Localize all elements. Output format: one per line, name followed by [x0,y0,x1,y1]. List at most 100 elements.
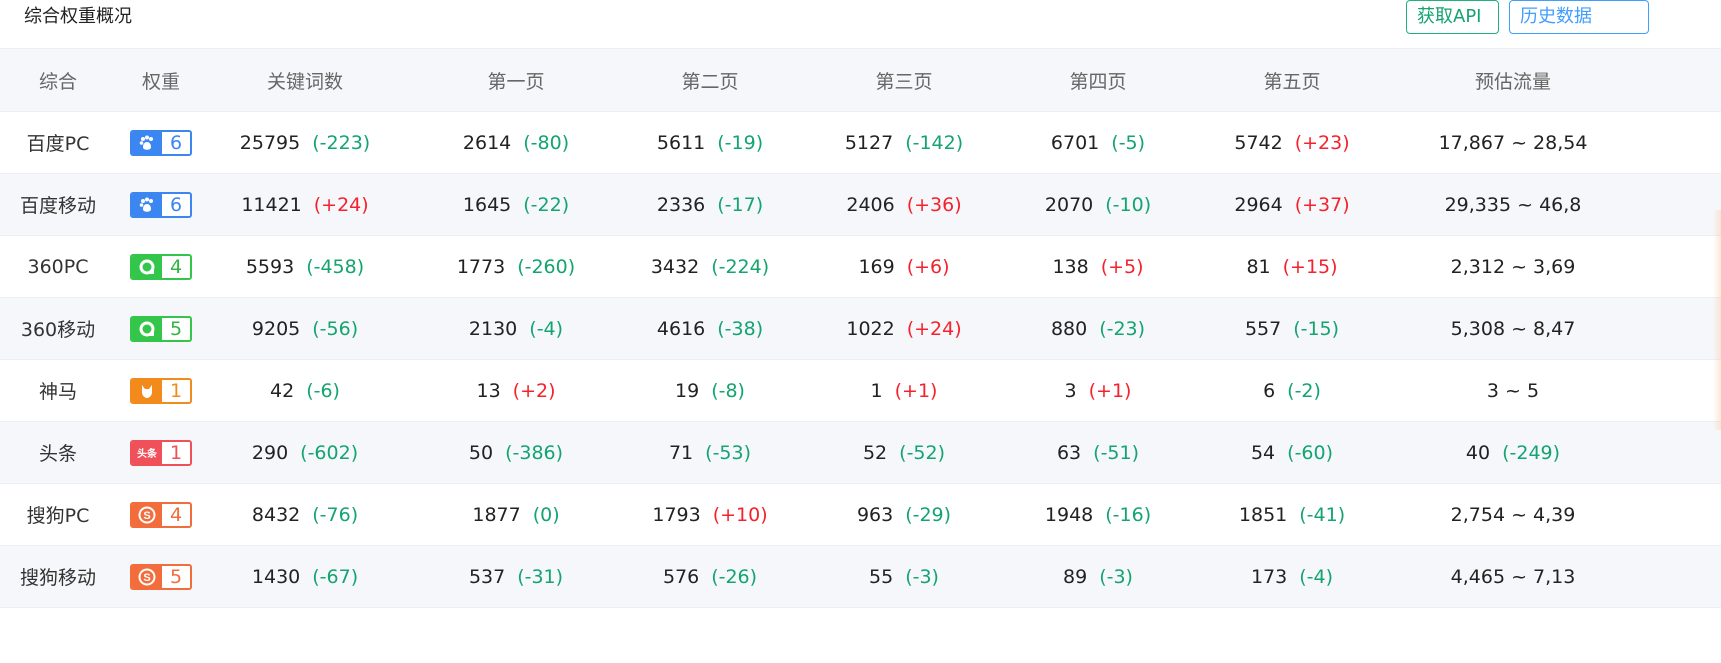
page2-delta: (-53) [705,441,752,464]
page5-cell: 1851 (-41) [1197,484,1387,545]
page2-cell: 2336 (-17) [615,174,805,235]
page3-value: 55 [869,565,894,588]
traffic-cell: 40 (-249) [1393,422,1633,483]
weight-badge[interactable]: 头条 1 [130,439,192,466]
page4-cell: 2070 (-10) [1003,174,1193,235]
page1-delta: (-386) [505,441,564,464]
page5-value: 1851 [1238,503,1288,526]
page4-cell: 3 (+1) [1003,360,1193,421]
page1-value: 1645 [462,193,512,216]
page5-value: 2964 [1234,193,1283,216]
weight-badge[interactable]: 1 [130,377,192,404]
page2-cell: 576 (-26) [615,546,805,607]
keywords-value[interactable]: 9205 [252,318,300,340]
page1-delta: (-260) [517,255,576,278]
page3-cell: 963 (-29) [809,484,999,545]
engine-name: 搜狗移动 [19,567,96,589]
page2-delta: (-19) [717,131,764,154]
col-page2-header: 第二页 [681,70,739,93]
keywords-value[interactable]: 290 [252,442,288,464]
page3-cell: 169 (+6) [809,236,999,297]
page3-value: 169 [858,255,895,278]
page2-delta: (-8) [711,379,745,402]
page3-value: 1 [870,379,883,402]
edge-shadow [1713,210,1721,430]
weight-level: 5 [162,565,190,588]
page2-value: 5611 [656,131,706,154]
page1-cell: 2130 (-4) [421,298,611,359]
get-api-button[interactable]: 获取API [1406,0,1499,34]
traffic-cell: 5,308 ~ 8,47 [1393,298,1633,359]
page5-cell: 54 (-60) [1197,422,1387,483]
keywords-value[interactable]: 5593 [246,256,294,278]
keywords-cell: 42 (-6) [210,360,400,421]
keywords-value[interactable]: 1430 [252,566,300,588]
page4-delta: (-3) [1099,565,1133,588]
traffic-cell: 17,867 ~ 28,54 [1393,112,1633,173]
page1-cell: 537 (-31) [421,546,611,607]
header-bar: 综合权重概况 获取API 历史数据 [0,0,1721,49]
table-row: 搜狗PC S 4 8432 (-76) 1877 (0) 1793 (+10) 963 (-29) 1… [0,484,1721,546]
page2-delta: (+10) [712,503,768,526]
page1-cell: 13 (+2) [421,360,611,421]
history-data-button[interactable]: 历史数据 [1509,0,1649,34]
page5-cell: 173 (-4) [1197,546,1387,607]
page4-cell: 138 (+5) [1003,236,1193,297]
page1-value: 50 [468,441,494,464]
page3-value: 963 [856,503,894,526]
engine-name: 百度PC [26,133,90,155]
page4-delta: (+1) [1088,379,1132,402]
page2-delta: (-26) [711,565,758,588]
weight-badge[interactable]: 4 [130,253,192,280]
table-header-row: 综合 权重 关键词数 第一页 第二页 第三页 第四页 第五页 预估流量 [0,49,1721,112]
page3-delta: (+1) [894,379,938,402]
360-search-icon [132,255,162,278]
weight-badge[interactable]: S4 [130,501,192,528]
table-row: 百度移动 6 11421 (+24) 1645 (-22) 2336 (-17) 2406 (+3… [0,174,1721,236]
page4-value: 2070 [1044,193,1094,216]
page5-delta: (-2) [1287,379,1321,402]
page3-value: 52 [862,441,888,464]
weight-level: 5 [162,317,190,340]
keywords-delta: (-76) [312,503,359,526]
weight-badge[interactable]: 5 [130,315,192,342]
col-page1-header: 第一页 [487,70,545,93]
traffic-value: 4,465 ~ 7,13 [1450,565,1576,588]
page5-cell: 5742 (+23) [1197,112,1387,173]
page2-value: 2336 [656,193,706,216]
page1-delta: (+2) [512,379,556,402]
keywords-value[interactable]: 42 [270,380,294,402]
page5-delta: (-4) [1299,565,1334,588]
page-title: 综合权重概况 [24,6,132,27]
engine-name: 360PC [27,255,89,278]
page4-delta: (-5) [1111,131,1146,154]
page1-cell: 50 (-386) [421,422,611,483]
keywords-value[interactable]: 8432 [252,504,300,526]
keywords-value[interactable]: 11421 [241,194,301,216]
weight-level: 1 [162,379,190,402]
baidu-paw-mobile-icon [132,193,162,216]
keywords-value[interactable]: 25795 [240,132,300,154]
page4-cell: 880 (-23) [1003,298,1193,359]
table-row: 360PC 4 5593 (-458) 1773 (-260) 3432 (-224) 169 (… [0,236,1721,298]
weight-badge[interactable]: S5 [130,563,192,590]
page4-delta: (-51) [1093,441,1140,464]
page1-delta: (-31) [517,565,564,588]
weight-badge[interactable]: 6 [130,191,192,218]
weight-badge[interactable]: 6 [130,129,192,156]
page3-cell: 55 (-3) [809,546,999,607]
engine-name: 头条 [38,443,77,465]
weight-level: 6 [162,131,190,154]
shenma-horse-icon [132,379,162,402]
keywords-delta: (-56) [312,317,359,340]
svg-text:S: S [143,572,150,584]
page2-cell: 4616 (-38) [615,298,805,359]
keywords-cell: 5593 (-458) [210,236,400,297]
keywords-delta: (+24) [313,193,369,216]
keywords-delta: (-458) [306,255,365,278]
page4-value: 63 [1056,441,1082,464]
page5-value: 6 [1263,379,1276,402]
page2-value: 71 [668,441,694,464]
page1-value: 537 [468,565,506,588]
keywords-cell: 11421 (+24) [210,174,400,235]
